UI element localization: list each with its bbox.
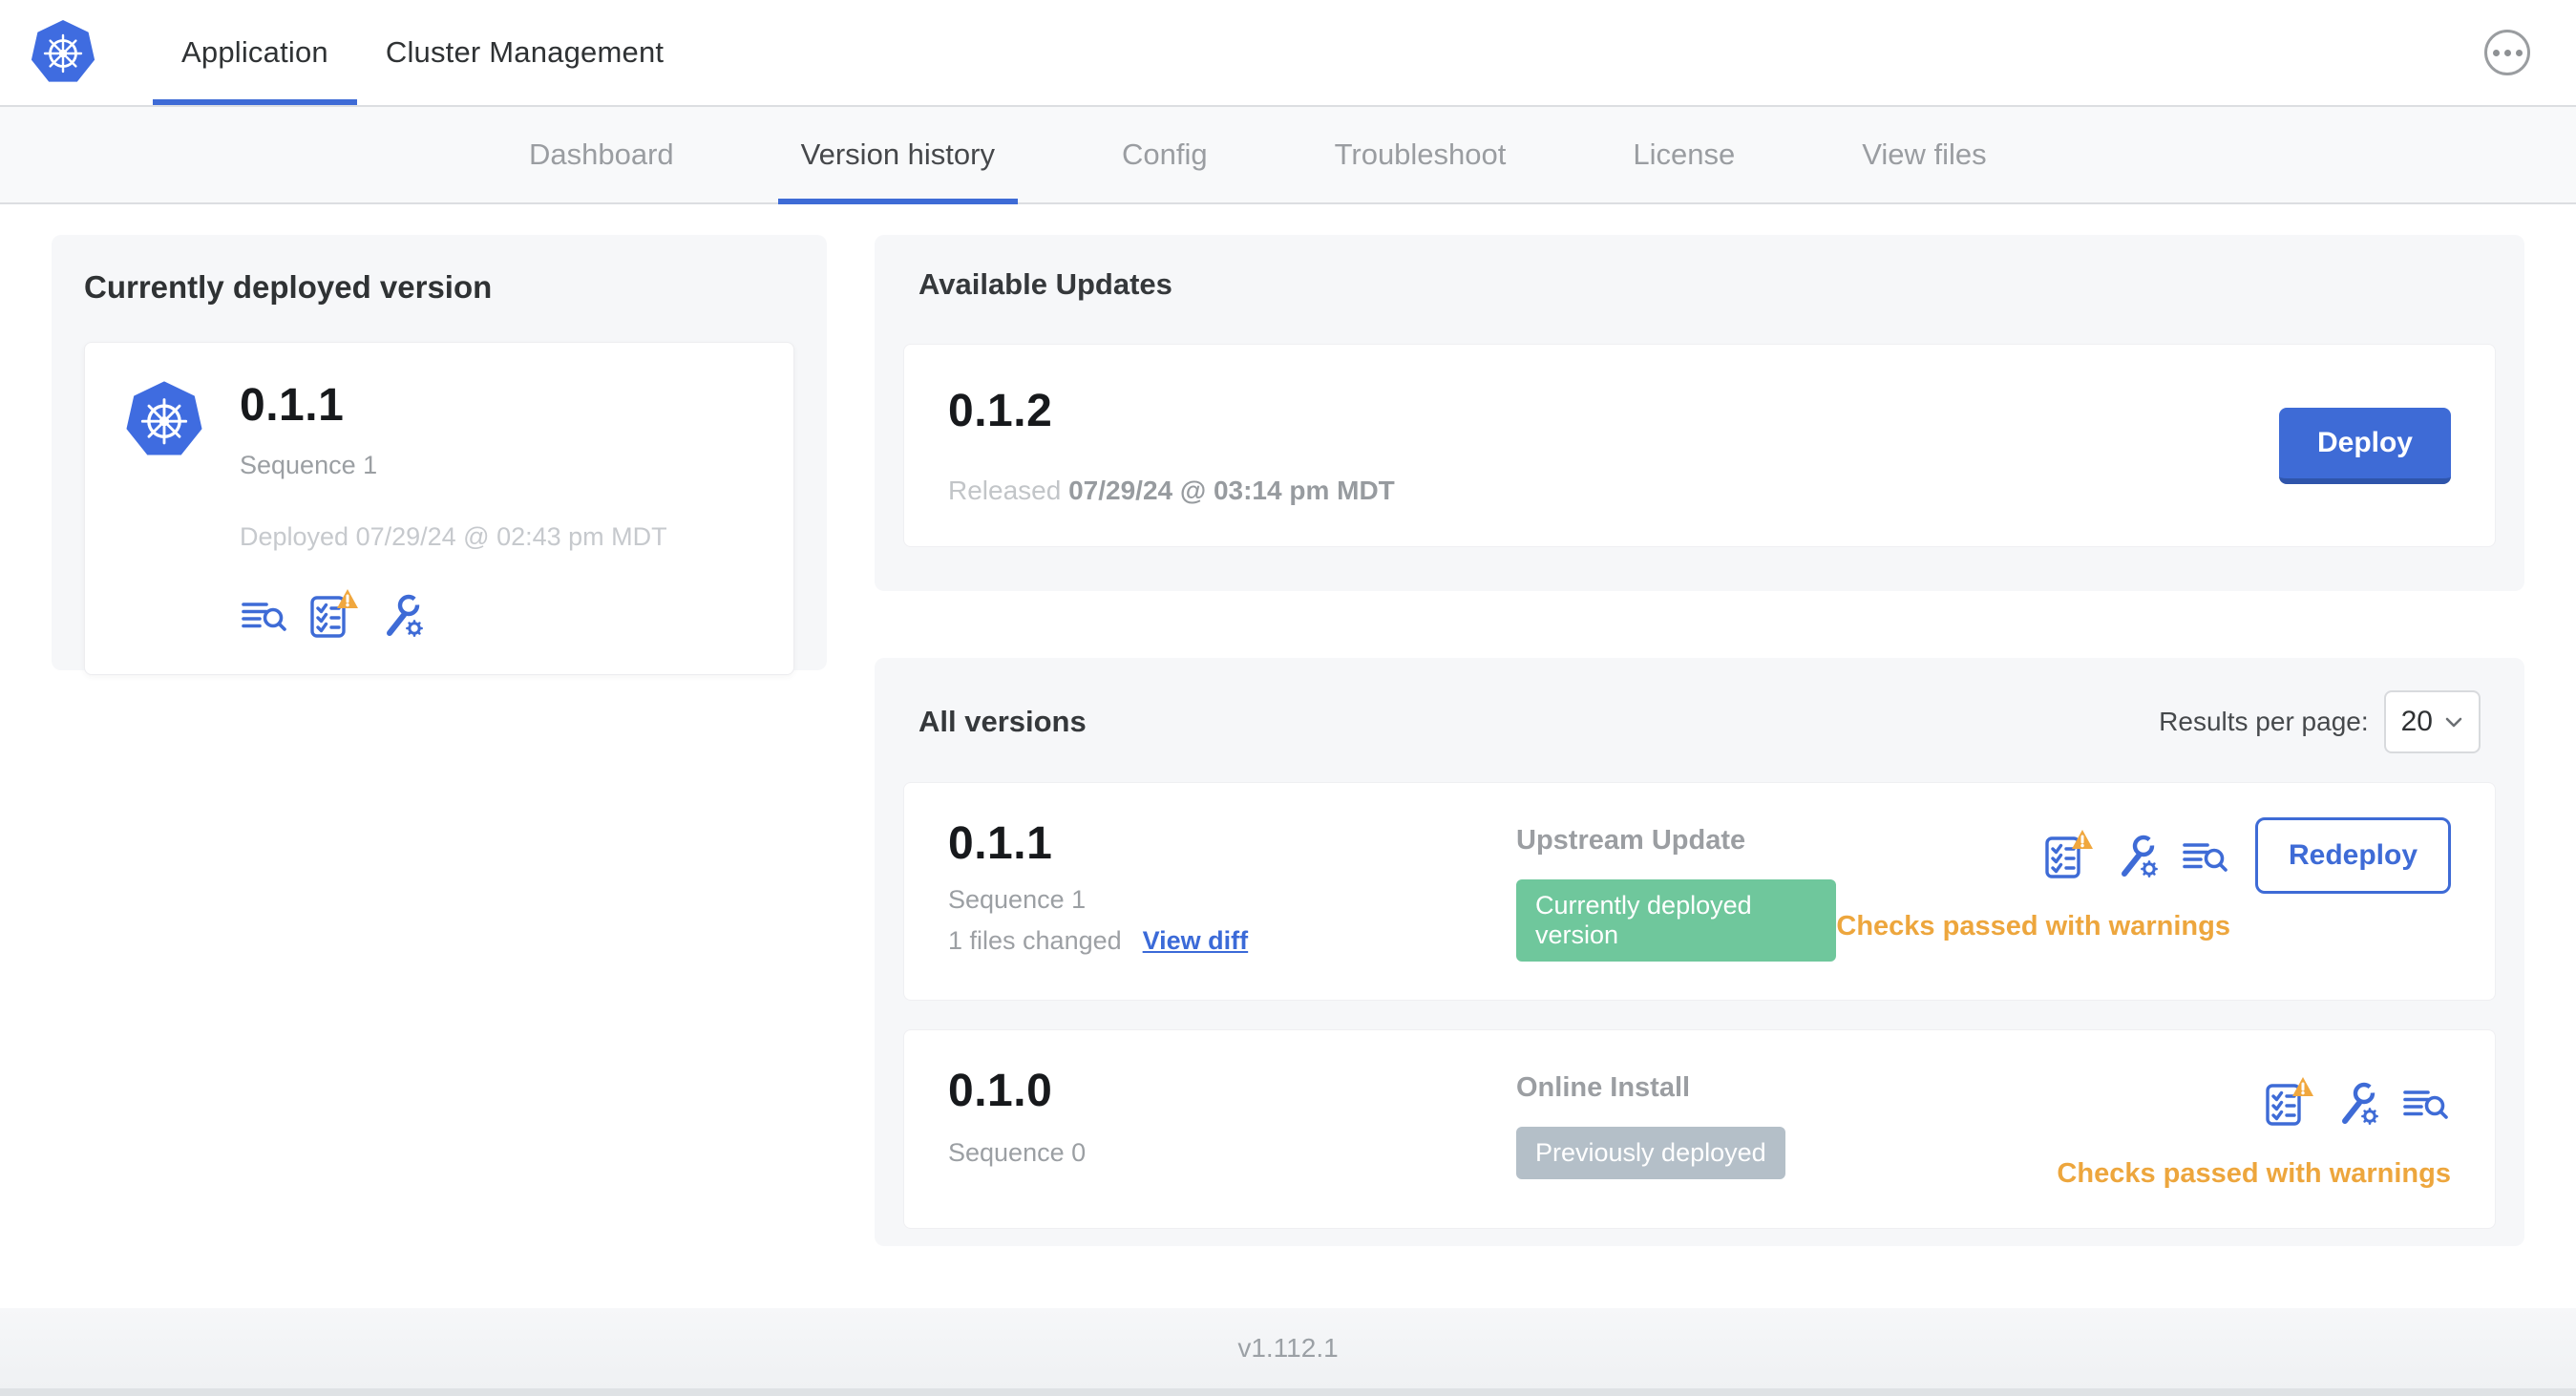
console-version: v1.112.1 — [1237, 1333, 1339, 1363]
right-column: Available Updates 0.1.2 Released 07/29/2… — [875, 235, 2524, 1308]
redeploy-button[interactable]: Redeploy — [2254, 817, 2451, 894]
admin-console-page: Application Cluster Management Dashboard… — [0, 0, 2576, 1396]
version-row-0-1-0: 0.1.0 Sequence 0 Online Install Previous… — [903, 1029, 2496, 1229]
version-row-middle: Online Install Previously deployed — [1516, 1065, 2057, 1179]
all-versions-panel: All versions Results per page: 20 0.1.1 … — [875, 658, 2524, 1246]
ellipsis-dot — [2515, 49, 2523, 56]
window-bottom-edge — [0, 1388, 2576, 1396]
row-sequence: Sequence 1 — [948, 885, 1087, 914]
config-icon[interactable] — [2112, 827, 2162, 878]
results-per-page-value: 20 — [2400, 706, 2433, 737]
version-row-actions: Checks passed with warnings Redeploy — [1836, 817, 2451, 942]
deploy-button[interactable]: Deploy — [2278, 407, 2451, 484]
row-sequence: Sequence 0 — [948, 1138, 1087, 1167]
checks-status-link[interactable]: Checks passed with warnings — [2057, 1158, 2451, 1190]
row-version-number: 0.1.0 — [948, 1066, 1053, 1116]
version-row-middle: Upstream Update Currently deployed versi… — [1516, 817, 1837, 962]
deployed-version-actions — [240, 586, 667, 638]
active-tab-underline — [153, 99, 357, 105]
logs-icon[interactable] — [2181, 827, 2230, 878]
all-versions-title: All versions — [918, 705, 1087, 738]
status-badge-currently-deployed: Currently deployed version — [1516, 879, 1837, 962]
tab-application-label: Application — [181, 35, 328, 69]
currently-deployed-card: 0.1.1 Sequence 1 Deployed 07/29/24 @ 02:… — [84, 342, 794, 675]
chevron-down-icon — [2445, 717, 2462, 728]
files-changed-line: 1 files changed View diff — [948, 926, 1516, 956]
subnav-tab-label: Troubleshoot — [1334, 137, 1507, 171]
kubernetes-app-icon — [123, 379, 205, 461]
subnav-tab-license[interactable]: License — [1610, 107, 1758, 202]
version-source: Online Install — [1516, 1072, 1691, 1103]
version-row-left: 0.1.1 Sequence 1 1 files changed View di… — [948, 817, 1516, 956]
files-changed-count: 1 files changed — [948, 926, 1122, 955]
update-version-number: 0.1.2 — [948, 386, 1053, 436]
currently-deployed-details: 0.1.1 Sequence 1 Deployed 07/29/24 @ 02:… — [240, 379, 667, 638]
checks-status-link[interactable]: Checks passed with warnings — [1836, 911, 2230, 942]
subnav-tab-label: License — [1633, 137, 1736, 171]
results-per-page: Results per page: 20 — [2159, 690, 2481, 753]
all-versions-header: All versions Results per page: 20 — [903, 690, 2496, 753]
results-per-page-label: Results per page: — [2159, 707, 2369, 736]
app-header: Application Cluster Management — [0, 0, 2576, 105]
released-date: 07/29/24 @ 03:14 pm MDT — [1068, 476, 1395, 505]
ellipsis-menu-button[interactable] — [2484, 30, 2530, 75]
version-row-0-1-1: 0.1.1 Sequence 1 1 files changed View di… — [903, 782, 2496, 1001]
tab-cluster-management-label: Cluster Management — [385, 35, 665, 69]
subnav-tab-label: Version history — [800, 137, 995, 171]
available-updates-panel: Available Updates 0.1.2 Released 07/29/2… — [875, 235, 2524, 591]
currently-deployed-title: Currently deployed version — [84, 269, 493, 305]
available-updates-title: Available Updates — [918, 267, 1172, 301]
logs-icon[interactable] — [240, 586, 289, 638]
subnav-tab-config[interactable]: Config — [1099, 107, 1231, 202]
currently-deployed-panel: Currently deployed version 0.1.1 Sequenc… — [52, 235, 827, 675]
deployed-version-number: 0.1.1 — [240, 380, 345, 431]
results-per-page-select[interactable]: 20 — [2383, 690, 2481, 753]
subnav-tab-label: View files — [1862, 137, 1987, 171]
footer: v1.112.1 — [0, 1308, 2576, 1388]
preflight-checks-warning-icon[interactable] — [308, 586, 360, 638]
app-tabs: Application Cluster Management — [153, 0, 692, 105]
deployed-sequence: Sequence 1 — [240, 451, 378, 479]
subnav-tab-view-files[interactable]: View files — [1839, 107, 2009, 202]
version-action-icons — [2043, 817, 2230, 888]
main-content: Currently deployed version 0.1.1 Sequenc… — [0, 204, 2576, 1308]
preflight-checks-warning-icon[interactable] — [2264, 1074, 2315, 1126]
update-row: 0.1.2 Released 07/29/24 @ 03:14 pm MDT D… — [903, 344, 2496, 547]
active-subnav-underline — [777, 199, 1018, 204]
version-row-left: 0.1.0 Sequence 0 — [948, 1065, 1516, 1168]
subnav-tab-label: Dashboard — [529, 137, 674, 171]
view-diff-link[interactable]: View diff — [1143, 926, 1249, 956]
subnav: Dashboard Version history Config Trouble… — [0, 105, 2576, 204]
tab-cluster-management[interactable]: Cluster Management — [357, 0, 692, 105]
version-action-icons — [2264, 1065, 2451, 1135]
status-badge-previously-deployed: Previously deployed — [1516, 1127, 1785, 1179]
subnav-tab-dashboard[interactable]: Dashboard — [506, 107, 697, 202]
config-icon[interactable] — [2333, 1074, 2382, 1126]
version-row-actions: Checks passed with warnings — [2057, 1065, 2451, 1190]
subnav-tab-version-history[interactable]: Version history — [777, 107, 1018, 204]
config-icon[interactable] — [377, 586, 427, 638]
checks-column: Checks passed with warnings — [1836, 817, 2230, 942]
update-released-line: Released 07/29/24 @ 03:14 pm MDT — [948, 476, 1395, 506]
update-details: 0.1.2 Released 07/29/24 @ 03:14 pm MDT — [948, 385, 1395, 506]
version-source: Upstream Update — [1516, 825, 1746, 856]
row-version-number: 0.1.1 — [948, 818, 1053, 869]
tab-application[interactable]: Application — [153, 0, 357, 105]
deployed-timestamp: Deployed 07/29/24 @ 02:43 pm MDT — [240, 522, 667, 551]
ellipsis-dot — [2492, 49, 2500, 56]
logs-icon[interactable] — [2401, 1074, 2451, 1126]
checks-column: Checks passed with warnings — [2057, 1065, 2451, 1190]
subnav-tab-label: Config — [1121, 137, 1208, 171]
kubernetes-logo-icon — [29, 18, 97, 87]
ellipsis-dot — [2503, 49, 2511, 56]
preflight-checks-warning-icon[interactable] — [2043, 827, 2095, 878]
released-label: Released — [948, 476, 1062, 505]
subnav-tab-troubleshoot[interactable]: Troubleshoot — [1312, 107, 1530, 202]
